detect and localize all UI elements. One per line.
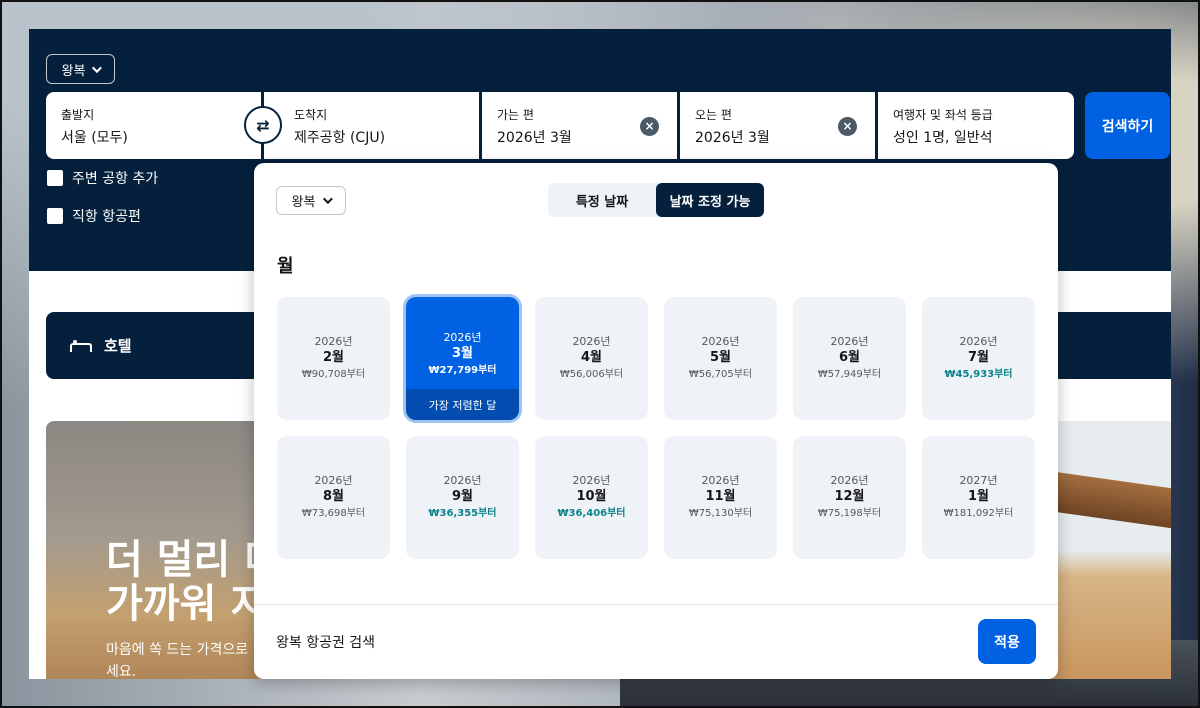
chevron-down-icon: [92, 62, 103, 73]
month-year: 2026년: [959, 334, 998, 348]
month-cell[interactable]: 2026년 11월 ₩75,130부터: [664, 436, 777, 559]
origin-value: 서울 (모두): [61, 130, 128, 146]
return-value: 2026년 3월: [695, 130, 770, 146]
month-price: ₩45,933부터: [944, 368, 1013, 380]
month-year: 2026년: [701, 473, 740, 487]
month-cell[interactable]: 2026년 6월 ₩57,949부터: [793, 297, 906, 420]
month-name: 10월: [576, 488, 607, 504]
month-year: 2026년: [314, 334, 353, 348]
month-cell[interactable]: 2026년 8월 ₩73,698부터: [277, 436, 390, 559]
popup-trip-type-label: 왕복: [291, 195, 316, 210]
chevron-down-icon: [323, 194, 334, 205]
month-cell[interactable]: 2026년 12월 ₩75,198부터: [793, 436, 906, 559]
trip-type-label: 왕복: [61, 63, 86, 79]
popup-footer-text: 왕복 항공권 검색: [276, 635, 376, 651]
month-name: 8월: [322, 488, 344, 504]
month-price: ₩57,949부터: [817, 368, 882, 380]
month-price: ₩36,355부터: [428, 507, 497, 519]
month-price: ₩27,799부터: [428, 365, 497, 376]
month-price: ₩90,708부터: [301, 368, 366, 380]
date-picker-popup: 왕복 특정 날짜 날짜 조정 가능 월 2026년 2월 ₩90,708부터 2…: [254, 163, 1058, 679]
depart-date-field[interactable]: 가는 편 2026년 3월 ×: [482, 92, 677, 159]
popup-divider: [254, 604, 1058, 605]
month-price: ₩56,705부터: [688, 368, 753, 380]
month-year: 2026년: [701, 334, 740, 348]
month-year: 2026년: [314, 473, 353, 487]
month-name: 7월: [967, 349, 989, 365]
month-heading: 월: [277, 256, 294, 277]
hero-subtitle: 마음에 쏙 드는 가격으로 세요.: [106, 642, 249, 679]
month-name: 6월: [838, 349, 860, 365]
month-price: ₩75,130부터: [688, 507, 753, 519]
month-cell[interactable]: 2026년 10월 ₩36,406부터: [535, 436, 648, 559]
month-price: ₩73,698부터: [301, 507, 366, 519]
destination-value: 제주공항 (CJU): [294, 130, 386, 146]
month-year: 2027년: [959, 473, 998, 487]
clear-return-icon[interactable]: ×: [838, 117, 857, 136]
checkbox-box[interactable]: [47, 170, 63, 186]
apply-button[interactable]: 적용: [978, 619, 1036, 664]
month-name: 4월: [580, 349, 602, 365]
return-label: 오는 편: [695, 108, 732, 122]
swap-airports-button[interactable]: ⇄: [244, 106, 282, 144]
month-year: 2026년: [830, 473, 869, 487]
direct-flights-label: 직항 항공편: [72, 209, 141, 225]
depart-label: 가는 편: [497, 108, 534, 122]
nearby-airports-checkbox[interactable]: 주변 공항 추가: [47, 168, 158, 188]
month-year: 2026년: [443, 331, 482, 344]
clear-depart-icon[interactable]: ×: [640, 117, 659, 136]
month-cell[interactable]: 2026년 9월 ₩36,355부터: [406, 436, 519, 559]
month-price: ₩36,406부터: [557, 507, 626, 519]
month-cell[interactable]: 2026년 7월 ₩45,933부터: [922, 297, 1035, 420]
return-date-field[interactable]: 오는 편 2026년 3월 ×: [680, 92, 875, 159]
month-cell[interactable]: 2026년 5월 ₩56,705부터: [664, 297, 777, 420]
origin-field[interactable]: 출발지 서울 (모두): [46, 92, 261, 159]
search-button[interactable]: 검색하기: [1085, 92, 1170, 159]
month-name: 1월: [967, 488, 989, 504]
month-cell-selected[interactable]: 2026년 3월 ₩27,799부터 가장 저렴한 달: [406, 297, 519, 420]
month-name: 11월: [705, 488, 736, 504]
travelers-field[interactable]: 여행자 및 좌석 등급 성인 1명, 일반석: [878, 92, 1074, 159]
travelers-label: 여행자 및 좌석 등급: [893, 108, 993, 122]
month-name: 3월: [451, 346, 473, 361]
month-name: 2월: [322, 349, 344, 365]
month-grid: 2026년 2월 ₩90,708부터 2026년 3월 ₩27,799부터 가장…: [277, 297, 1036, 559]
popup-trip-type-select[interactable]: 왕복: [276, 186, 346, 215]
month-year: 2026년: [443, 473, 482, 487]
month-price: ₩181,092부터: [943, 507, 1014, 519]
destination-field[interactable]: 도착지 제주공항 (CJU): [264, 92, 479, 159]
depart-value: 2026년 3월: [497, 130, 572, 146]
tab-flexible-dates[interactable]: 날짜 조정 가능: [656, 183, 764, 217]
month-name: 5월: [709, 349, 731, 365]
month-year: 2026년: [572, 473, 611, 487]
month-year: 2026년: [830, 334, 869, 348]
tab-specific-dates[interactable]: 특정 날짜: [548, 183, 656, 217]
hotel-label: 호텔: [104, 337, 132, 355]
month-cell[interactable]: 2026년 4월 ₩56,006부터: [535, 297, 648, 420]
destination-label: 도착지: [294, 108, 328, 122]
origin-label: 출발지: [61, 108, 95, 122]
date-mode-toggle: 특정 날짜 날짜 조정 가능: [548, 183, 764, 217]
nearby-airports-label: 주변 공항 추가: [72, 171, 159, 187]
bed-icon: [70, 339, 92, 352]
swap-icon: ⇄: [256, 115, 270, 135]
month-cell[interactable]: 2026년 2월 ₩90,708부터: [277, 297, 390, 420]
trip-type-select[interactable]: 왕복: [46, 54, 115, 84]
checkbox-box[interactable]: [47, 208, 63, 224]
direct-flights-checkbox[interactable]: 직항 항공편: [47, 206, 141, 226]
cheapest-month-badge: 가장 저렴한 달: [406, 389, 519, 420]
month-year: 2026년: [572, 334, 611, 348]
month-name: 12월: [834, 488, 865, 504]
month-cell[interactable]: 2027년 1월 ₩181,092부터: [922, 436, 1035, 559]
month-price: ₩75,198부터: [817, 507, 882, 519]
month-price: ₩56,006부터: [559, 368, 624, 380]
month-name: 9월: [451, 488, 473, 504]
travelers-value: 성인 1명, 일반석: [893, 130, 993, 146]
